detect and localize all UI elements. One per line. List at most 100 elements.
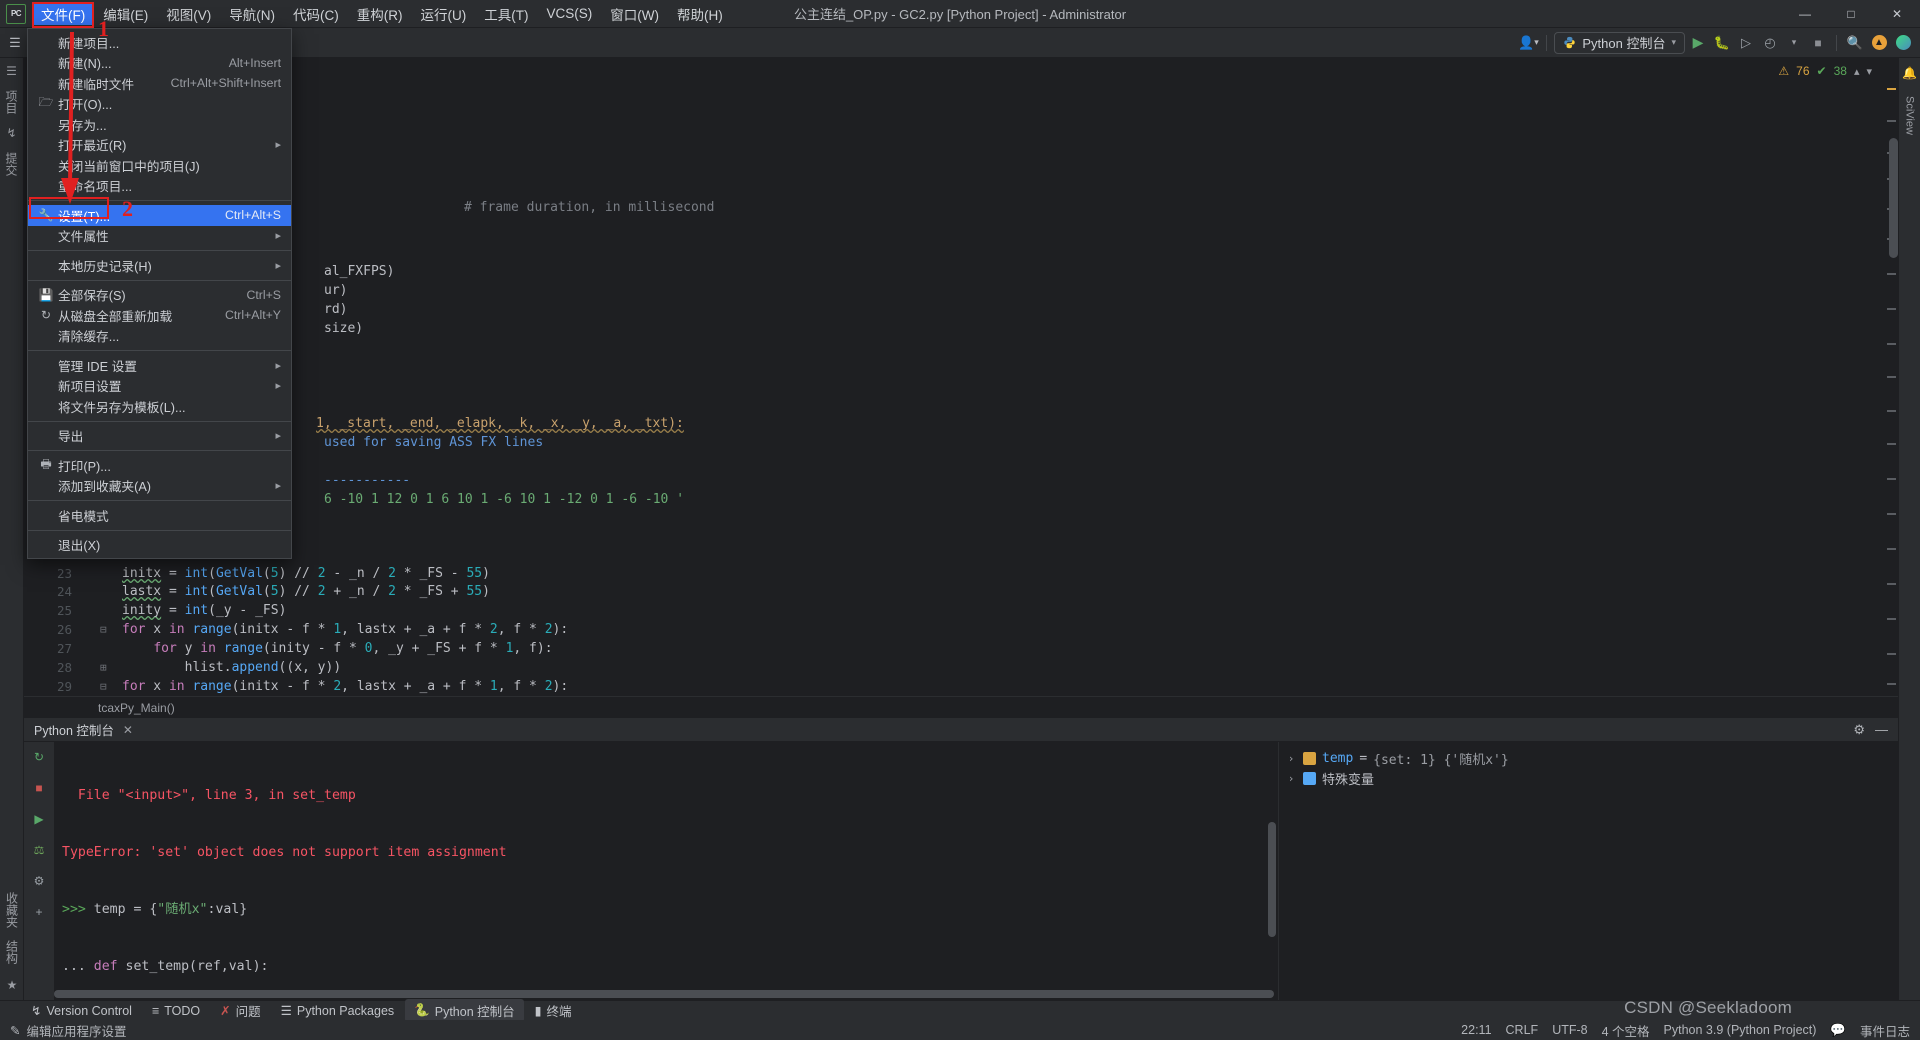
notifications-icon[interactable]: 🔔 — [1901, 64, 1919, 82]
python-interpreter[interactable]: Python 3.9 (Python Project) — [1664, 1023, 1817, 1037]
window-controls[interactable]: — □ ✕ — [1782, 0, 1920, 28]
fold-marker-icon[interactable]: ⊞ — [100, 659, 107, 678]
fold-marker-icon[interactable]: ⊟ — [100, 621, 107, 640]
debug-icon[interactable]: 🐛 — [1711, 32, 1733, 54]
editor-vertical-scrollbar[interactable] — [1889, 138, 1898, 258]
tool-window-problems[interactable]: ✗ 问题 — [211, 999, 270, 1022]
menu-item-invalidate-caches[interactable]: 清除缓存... — [28, 326, 291, 347]
sidebar-item-project[interactable]: 项目 — [3, 90, 20, 114]
run-configuration-selector[interactable]: Python 控制台 ▾ — [1554, 31, 1685, 54]
run-icon[interactable]: ▶ — [1687, 32, 1709, 54]
menu-item-new[interactable]: 新建(N)... Alt+Insert — [28, 53, 291, 74]
add-icon[interactable]: + — [30, 903, 48, 921]
menu-file[interactable]: 文件(F) — [32, 2, 95, 25]
gear-icon[interactable]: ⚙ — [1853, 722, 1865, 738]
menu-item-rename-project[interactable]: 重命名项目... — [28, 176, 291, 197]
menu-item-save-as[interactable]: 另存为... — [28, 114, 291, 135]
sidebar-item-sciview[interactable]: SciView — [1904, 96, 1916, 135]
search-icon[interactable]: 🔍 — [1844, 32, 1866, 54]
menu-help[interactable]: 帮助(H) — [668, 3, 732, 25]
menu-navigate[interactable]: 导航(N) — [220, 3, 284, 25]
update-icon[interactable]: ▲ — [1868, 32, 1890, 54]
menu-item-local-history[interactable]: 本地历史记录(H) ▸ — [28, 255, 291, 276]
tool-window-terminal[interactable]: ▮ 终端 — [526, 999, 581, 1022]
inspection-widget[interactable]: ⚠ 76 ✔ 38 ▴ ▾ — [1778, 64, 1872, 78]
menu-item-add-to-favorites[interactable]: 添加到收藏夹(A) ▸ — [28, 476, 291, 497]
indent-setting[interactable]: 4 个空格 — [1602, 1021, 1650, 1040]
minimize-button[interactable]: — — [1782, 0, 1828, 28]
event-log-icon[interactable]: 💬 — [1830, 1023, 1846, 1038]
profiler-icon[interactable]: ◴ — [1759, 32, 1781, 54]
attach-debugger-icon[interactable]: ⚖ — [30, 841, 48, 859]
menu-item-save-all[interactable]: 💾 全部保存(S) Ctrl+S — [28, 285, 291, 306]
ai-assistant-icon[interactable] — [1892, 32, 1914, 54]
commit-icon[interactable]: ↯ — [3, 124, 21, 142]
menu-window[interactable]: 窗口(W) — [601, 3, 668, 25]
code-docstring-dashes: ----------- — [324, 473, 411, 488]
file-menu-dropdown[interactable]: 新建项目... 新建(N)... Alt+Insert 新建临时文件 Ctrl+Al… — [27, 28, 292, 559]
minimize-icon[interactable]: — — [1875, 722, 1888, 737]
menu-vcs[interactable]: VCS(S) — [538, 3, 602, 25]
menu-code[interactable]: 代码(C) — [284, 3, 348, 25]
line-separator[interactable]: CRLF — [1506, 1023, 1539, 1037]
close-icon[interactable]: ✕ — [123, 723, 133, 737]
menu-bar[interactable]: 文件(F) 编辑(E) 视图(V) 导航(N) 代码(C) 重构(R) 运行(U… — [32, 0, 732, 28]
menu-run[interactable]: 运行(U) — [412, 3, 476, 25]
variable-row-temp[interactable]: › temp = {set: 1} {'随机x'} — [1285, 748, 1898, 768]
project-icon[interactable]: ☰ — [3, 62, 21, 80]
event-log-label[interactable]: 事件日志 — [1860, 1021, 1910, 1040]
caret-position[interactable]: 22:11 — [1461, 1023, 1491, 1037]
chevron-right-icon[interactable]: › — [1285, 772, 1297, 785]
menu-item-export[interactable]: 导出 ▸ — [28, 426, 291, 447]
menu-item-exit[interactable]: 退出(X) — [28, 535, 291, 556]
menu-item-save-file-as-template[interactable]: 将文件另存为模板(L)... — [28, 396, 291, 417]
chevron-right-icon[interactable]: › — [1285, 752, 1297, 765]
settings-icon[interactable]: ⚙ — [30, 872, 48, 890]
stop-console-icon[interactable]: ■ — [30, 779, 48, 797]
file-encoding[interactable]: UTF-8 — [1552, 1023, 1587, 1037]
stop-icon[interactable]: ■ — [1807, 32, 1829, 54]
maximize-button[interactable]: □ — [1828, 0, 1874, 28]
menu-item-close-project[interactable]: 关闭当前窗口中的项目(J) — [28, 155, 291, 176]
menu-item-power-save-mode[interactable]: 省电模式 — [28, 505, 291, 526]
bookmarks-star-icon[interactable]: ★ — [3, 976, 21, 994]
user-account-icon[interactable]: 👤 ▾ — [1517, 32, 1539, 54]
menu-view[interactable]: 视图(V) — [157, 3, 220, 25]
variable-row-special[interactable]: › 特殊变量 — [1285, 768, 1898, 788]
sidebar-item-commit[interactable]: 提交 — [3, 152, 20, 176]
console-output[interactable]: File "<input>", line 3, in set_temp Type… — [54, 742, 1278, 1000]
tool-window-python-console[interactable]: 🐍 Python 控制台 — [405, 999, 524, 1022]
console-vertical-scrollbar[interactable] — [1268, 822, 1276, 937]
menu-item-new-scratch-file[interactable]: 新建临时文件 Ctrl+Alt+Shift+Insert — [28, 73, 291, 94]
menu-item-manage-ide-settings[interactable]: 管理 IDE 设置 ▸ — [28, 355, 291, 376]
code-content[interactable]: # frame duration, in millisecond al_FXFP… — [24, 58, 1898, 718]
profiler-dropdown-icon[interactable]: ▾ — [1783, 32, 1805, 54]
menu-item-settings[interactable]: 🔧 设置(T)... Ctrl+Alt+S — [28, 205, 291, 226]
menu-item-open-recent[interactable]: 打开最近(R) ▸ — [28, 135, 291, 156]
menu-item-new-project-settings[interactable]: 新项目设置 ▸ — [28, 376, 291, 397]
expand-icon[interactable]: ▾ — [1866, 65, 1872, 78]
tool-window-python-packages[interactable]: ☰ Python Packages — [272, 1001, 404, 1020]
console-horizontal-scrollbar[interactable] — [54, 990, 1274, 998]
menu-refactor[interactable]: 重构(R) — [348, 3, 412, 25]
run-with-coverage-icon[interactable]: ▷ — [1735, 32, 1757, 54]
fold-marker-icon[interactable]: ⊟ — [100, 678, 107, 697]
sidebar-item-structure[interactable]: 结构 — [4, 940, 21, 964]
collapse-icon[interactable]: ▴ — [1854, 65, 1860, 78]
tool-window-version-control[interactable]: ↯ Version Control — [22, 1001, 141, 1020]
menu-item-new-project[interactable]: 新建项目... — [28, 32, 291, 53]
menu-item-print[interactable]: 🖶 打印(P)... — [28, 455, 291, 476]
editor-breadcrumb-function[interactable]: tcaxPy_Main() — [98, 701, 175, 715]
rerun-icon[interactable]: ↻ — [30, 748, 48, 766]
sidebar-item-favorites[interactable]: 收藏夹 — [4, 892, 21, 928]
console-variables-pane[interactable]: › temp = {set: 1} {'随机x'} › 特殊变量 — [1278, 742, 1898, 1000]
menu-item-file-properties[interactable]: 文件属性 ▸ — [28, 226, 291, 247]
menu-item-reload-from-disk[interactable]: ↻ 从磁盘全部重新加载 Ctrl+Alt+Y — [28, 305, 291, 326]
tool-window-todo[interactable]: ≡ TODO — [143, 1002, 209, 1020]
menu-tools[interactable]: 工具(T) — [475, 3, 537, 25]
code-editor[interactable]: ⚠ 76 ✔ 38 ▴ ▾ # frame duration, in milli… — [24, 58, 1898, 718]
execute-icon[interactable]: ▶ — [30, 810, 48, 828]
close-button[interactable]: ✕ — [1874, 0, 1920, 28]
menu-hamburger-icon[interactable]: ☰ — [4, 32, 26, 54]
menu-item-open[interactable]: 🗁 打开(O)... — [28, 94, 291, 115]
